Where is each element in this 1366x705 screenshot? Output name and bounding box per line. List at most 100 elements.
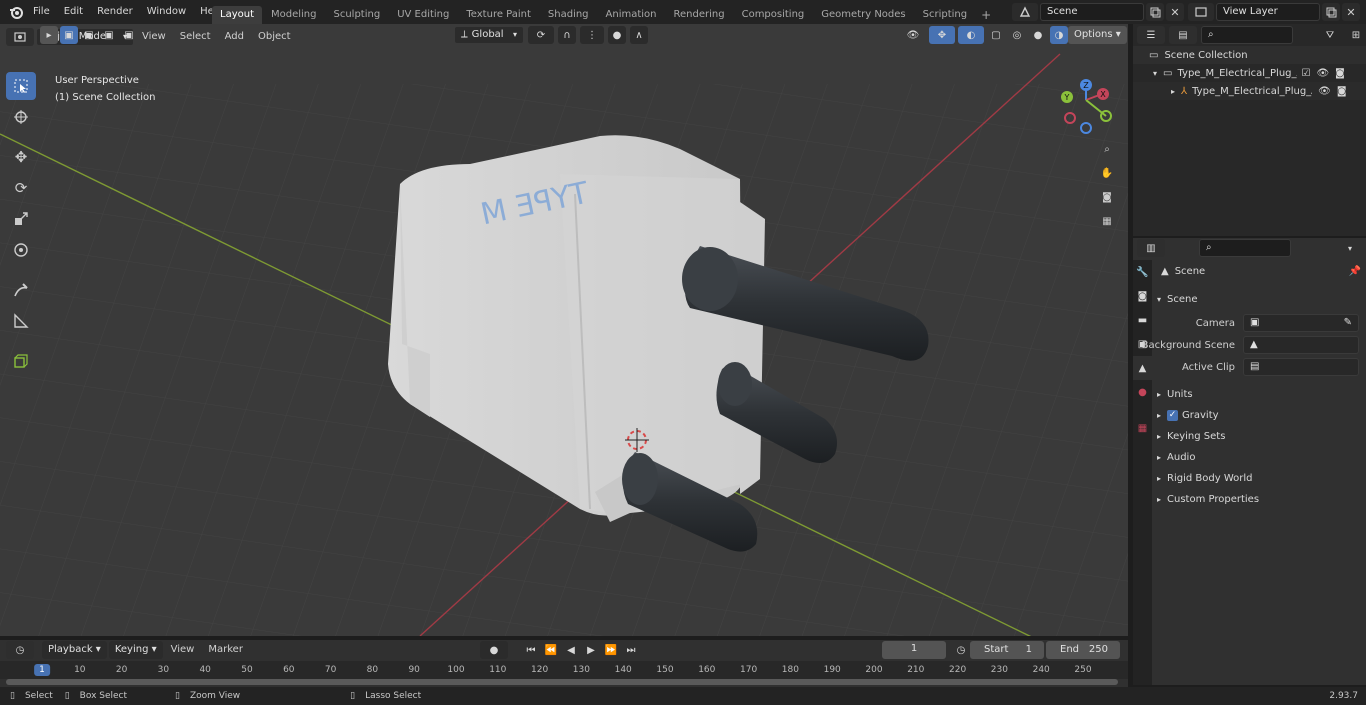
scene-panel-header[interactable]: ▾ Scene [1157, 289, 1362, 310]
wireframe-shading-icon[interactable]: ◎ [1008, 26, 1026, 44]
tab-texture-paint[interactable]: Texture Paint [458, 6, 539, 24]
render-tab-icon[interactable]: ◙ [1133, 284, 1152, 308]
tab-sculpting[interactable]: Sculpting [326, 6, 389, 24]
rigid-body-world-panel[interactable]: ▸ Rigid Body World [1157, 468, 1362, 489]
tab-compositing[interactable]: Compositing [734, 6, 813, 24]
menu-render[interactable]: Render [90, 0, 140, 24]
add-workspace-icon[interactable]: + [976, 6, 996, 24]
viewport-menu-add[interactable]: Add [219, 28, 250, 46]
menu-file[interactable]: File [26, 0, 57, 24]
zoom-view-icon[interactable]: ⌕ [1098, 140, 1116, 158]
measure-tool-icon[interactable] [6, 307, 36, 335]
camera-render-icon[interactable]: ◙ [1335, 68, 1345, 79]
menu-edit[interactable]: Edit [57, 0, 90, 24]
filter-icon[interactable]: ⛛ [1317, 26, 1343, 44]
custom-properties-panel[interactable]: ▸ Custom Properties [1157, 489, 1362, 510]
viewport-scene[interactable]: TYPE M [0, 24, 1128, 636]
tab-scripting[interactable]: Scripting [915, 6, 975, 24]
timeline-menu-marker[interactable]: Marker [202, 641, 249, 659]
perspective-toggle-icon[interactable]: ▦ [1098, 212, 1116, 230]
new-view-layer-icon[interactable] [1322, 3, 1340, 21]
transform-orientation-select[interactable]: ⟂ Global ▾ [454, 26, 524, 44]
outliner-search-input[interactable]: ⌕ [1201, 26, 1293, 44]
tab-animation[interactable]: Animation [598, 6, 665, 24]
cursor-tool-icon[interactable] [6, 103, 36, 131]
outliner-editor-type-icon[interactable]: ☰ [1137, 26, 1165, 44]
keying-sets-panel[interactable]: ▸ Keying Sets [1157, 426, 1362, 447]
next-keyframe-icon[interactable]: ⏩ [602, 641, 620, 659]
eye-icon[interactable]: 👁 [1318, 86, 1331, 97]
tab-uv-editing[interactable]: UV Editing [389, 6, 457, 24]
view-layer-browse-icon[interactable] [1188, 3, 1214, 21]
expand-arrow-icon[interactable]: ▸ [1171, 87, 1175, 96]
xray-toggle-icon[interactable]: ▢ [987, 26, 1005, 44]
viewport-menu-select[interactable]: Select [174, 28, 217, 46]
record-icon[interactable]: ● [480, 641, 508, 659]
overlays-toggle-icon[interactable]: ◐ [958, 26, 984, 44]
output-tab-icon[interactable]: ▬ [1133, 308, 1152, 332]
properties-editor-type-icon[interactable]: ▥ [1137, 239, 1165, 257]
tab-rendering[interactable]: Rendering [666, 6, 733, 24]
viewport-menu-object[interactable]: Object [252, 28, 297, 46]
select-invert-icon[interactable]: ▣ [120, 26, 138, 44]
viewport-menu-view[interactable]: View [136, 28, 172, 46]
stopwatch-icon[interactable]: ◷ [952, 641, 970, 659]
navigation-gizmo[interactable]: Z X Y [1058, 76, 1118, 136]
new-scene-icon[interactable] [1146, 3, 1164, 21]
camera-render-icon[interactable]: ◙ [1337, 86, 1347, 97]
visibility-icon[interactable]: 👁 [900, 26, 926, 44]
exclude-checkbox-icon[interactable]: ☑ [1301, 68, 1310, 79]
display-mode-icon[interactable]: ▤ [1169, 26, 1197, 44]
frame-ruler[interactable]: 1 10 20 30 40 50 60 70 80 90 100 110 120 130 140 150 160… [0, 661, 1128, 679]
gizmo-toggle-icon[interactable]: ✥ [929, 26, 955, 44]
outliner-row-scene-collection[interactable]: ▭ Scene Collection [1133, 46, 1366, 64]
tab-shading[interactable]: Shading [540, 6, 597, 24]
select-extend-icon[interactable]: ▣ [80, 26, 98, 44]
texture-tab-icon[interactable]: ▦ [1133, 416, 1152, 440]
options-button[interactable]: Options ▾ [1068, 26, 1127, 44]
tweak-select-icon[interactable]: ▸ [40, 26, 58, 44]
eyedropper-icon[interactable]: ✎ [1344, 315, 1352, 331]
timeline-menu-playback[interactable]: Playback ▾ [42, 641, 107, 659]
tab-layout[interactable]: Layout [212, 6, 262, 24]
active-clip-field[interactable]: ▤ [1243, 358, 1359, 376]
timeline-menu-view[interactable]: View [165, 641, 201, 659]
start-frame-field[interactable]: Start 1 [970, 641, 1044, 659]
rotate-tool-icon[interactable]: ⟳ [6, 174, 36, 202]
gravity-panel[interactable]: ▸ ✓ Gravity [1157, 405, 1362, 426]
solid-shading-icon[interactable]: ● [1029, 26, 1047, 44]
snap-target-icon[interactable]: ⋮ [580, 26, 604, 44]
tab-modeling[interactable]: Modeling [263, 6, 325, 24]
delete-scene-icon[interactable]: ✕ [1166, 3, 1184, 21]
3d-viewport[interactable]: TYPE M Object Mode [0, 24, 1128, 636]
move-tool-icon[interactable]: ✥ [6, 143, 36, 171]
prev-keyframe-icon[interactable]: ⏪ [542, 641, 560, 659]
scene-tab-icon[interactable]: ▲ [1133, 356, 1152, 380]
area-divider[interactable] [1128, 636, 1133, 687]
audio-panel[interactable]: ▸ Audio [1157, 447, 1362, 468]
transform-tool-icon[interactable] [6, 236, 36, 264]
play-icon[interactable]: ▶ [582, 641, 600, 659]
current-frame-field[interactable]: 1 [882, 641, 946, 659]
outliner-row-object[interactable]: ▸ ⅄ Type_M_Electrical_Plug_A 👁 ◙ [1133, 82, 1366, 100]
properties-search-input[interactable]: ⌕ [1199, 239, 1291, 257]
timeline-menu-keying[interactable]: Keying ▾ [108, 641, 163, 659]
select-new-icon[interactable]: ▣ [60, 26, 78, 44]
scene-browse-icon[interactable] [1012, 3, 1038, 21]
view-layer-field[interactable]: View Layer [1216, 3, 1320, 21]
add-cube-tool-icon[interactable] [6, 347, 36, 375]
proportional-editing-icon[interactable]: ● [608, 26, 626, 44]
snap-icon[interactable]: ∩ [558, 26, 576, 44]
proportional-falloff-icon[interactable]: ∧ [630, 26, 648, 44]
blender-logo-icon[interactable] [6, 5, 26, 19]
select-subtract-icon[interactable]: ▣ [100, 26, 118, 44]
tab-geometry-nodes[interactable]: Geometry Nodes [813, 6, 913, 24]
material-shading-icon[interactable]: ◑ [1050, 26, 1068, 44]
jump-start-icon[interactable]: ⏮ [522, 641, 540, 659]
play-reverse-icon[interactable]: ◀ [562, 641, 580, 659]
pivot-point-icon[interactable]: ⟳ [528, 26, 554, 44]
scale-tool-icon[interactable] [6, 205, 36, 233]
camera-view-icon[interactable]: ◙ [1098, 188, 1116, 206]
timeline-editor-type-icon[interactable]: ◷ [6, 641, 34, 659]
background-scene-field[interactable]: ▲ [1243, 336, 1359, 354]
